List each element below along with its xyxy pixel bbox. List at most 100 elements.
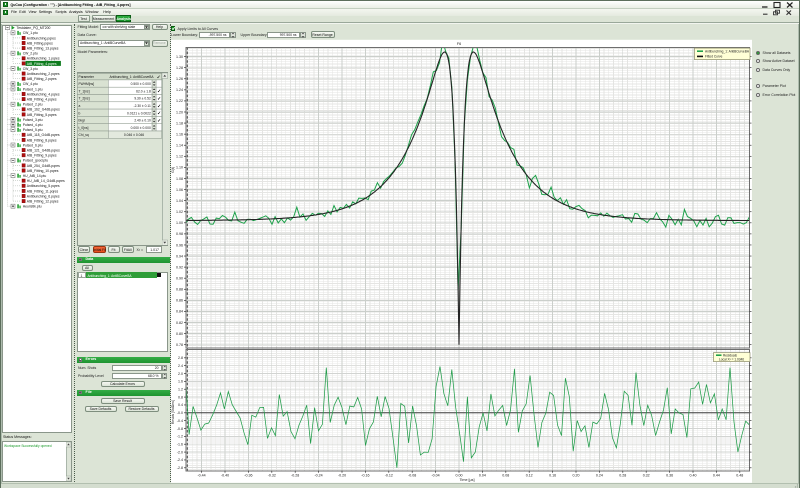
svg-text:Time [µs]: Time [µs] [459, 478, 474, 482]
svg-text:1.22: 1.22 [176, 99, 183, 103]
svg-text:Pulsed_3.ptu: Pulsed_3.ptu [23, 117, 43, 121]
svg-text:Chi_sq: Chi_sq [79, 133, 89, 137]
svg-text:bkgr: bkgr [79, 118, 86, 122]
svg-text:1.12: 1.12 [176, 155, 183, 159]
svg-text:1.00: 1.00 [176, 221, 183, 225]
svg-text:0.82: 0.82 [176, 321, 183, 325]
svg-text:2.4: 2.4 [178, 364, 183, 368]
svg-text:-0.40: -0.40 [221, 474, 229, 478]
svg-text:a: a [79, 104, 81, 108]
svg-text:AtB_Fitting_9.pqres: AtB_Fitting_9.pqres [27, 153, 57, 157]
svg-text:T_1[ns]: T_1[ns] [79, 89, 90, 93]
svg-text:Parameter: Parameter [79, 75, 95, 79]
svg-text:Pulsed_6.ptu: Pulsed_6.ptu [23, 143, 43, 147]
svg-text:Antibunching_2.pqres: Antibunching_2.pqres [27, 72, 60, 76]
svg-text:9.30 ± 0.52: 9.30 ± 0.52 [134, 96, 151, 100]
svg-text:Pulsed_5.ptu: Pulsed_5.ptu [23, 128, 43, 132]
svg-text:0.98: 0.98 [176, 232, 183, 236]
svg-text:-2.8: -2.8 [177, 466, 183, 470]
svg-text:AtB_118_G4dB.pqres: AtB_118_G4dB.pqres [27, 133, 60, 137]
svg-text:-0.8: -0.8 [177, 427, 183, 431]
svg-text:T_2[ns]: T_2[ns] [79, 96, 90, 100]
svg-text:Antibunching_6.pqres: Antibunching_6.pqres [27, 194, 60, 198]
svg-text:Pulsed_2.ptu: Pulsed_2.ptu [23, 102, 43, 106]
svg-text:0.28: 0.28 [619, 474, 626, 478]
svg-text:0.20: 0.20 [573, 474, 580, 478]
svg-text:0.84: 0.84 [176, 310, 183, 314]
svg-text:0.80: 0.80 [176, 332, 183, 336]
svg-text:AtB_Fitting_5.pqres: AtB_Fitting_5.pqres [27, 112, 57, 116]
svg-text:F6: F6 [457, 42, 461, 46]
svg-text:0.0121 ± 0.0022: 0.0121 ± 0.0022 [127, 111, 151, 115]
svg-text:-0.24: -0.24 [314, 474, 322, 478]
svg-text:CW_3.ptu: CW_3.ptu [23, 66, 38, 70]
svg-text:-2.4: -2.4 [177, 458, 183, 462]
svg-text:b: b [79, 111, 81, 115]
svg-text:Antibunching_5.pqres: Antibunching_5.pqres [27, 184, 60, 188]
svg-text:0.000 ± 0.000: 0.000 ± 0.000 [131, 125, 151, 129]
svg-text:0.90: 0.90 [176, 277, 183, 281]
svg-text:AtB_Fitting_10.pqres: AtB_Fitting_10.pqres [27, 168, 59, 172]
svg-text:1.02: 1.02 [176, 210, 183, 214]
svg-text:Local X² = 1.0346: Local X² = 1.0346 [719, 358, 744, 362]
svg-text:0.8: 0.8 [178, 396, 183, 400]
svg-text:AtB_162_G4dB.pqres: AtB_162_G4dB.pqres [27, 107, 60, 111]
svg-text:Antibunching_1.pqres: Antibunching_1.pqres [27, 56, 60, 60]
svg-text:0.92: 0.92 [176, 266, 183, 270]
svg-text:1.20: 1.20 [176, 110, 183, 114]
svg-text:HU_AtB_14.ptu: HU_AtB_14.ptu [23, 174, 47, 178]
svg-text:1.14: 1.14 [176, 144, 183, 148]
svg-text:-0.04: -0.04 [431, 474, 439, 478]
svg-text:-0.44: -0.44 [197, 474, 205, 478]
svg-text:CW_2.ptu: CW_2.ptu [23, 51, 38, 55]
svg-text:0.48: 0.48 [736, 474, 743, 478]
svg-text:Resids [StdDev.]: Resids [StdDev.] [171, 400, 175, 424]
svg-text:-2.30 ± 0.11: -2.30 ± 0.11 [133, 104, 150, 108]
svg-text:-0.16: -0.16 [361, 474, 369, 478]
svg-text:0.046 ± 0.046: 0.046 ± 0.046 [124, 133, 144, 137]
svg-text:t_0[ns]: t_0[ns] [78, 125, 88, 129]
svg-text:-0.20: -0.20 [338, 474, 346, 478]
svg-text:1.16: 1.16 [176, 133, 183, 137]
svg-text:0.94: 0.94 [176, 255, 183, 259]
svg-text:-0.28: -0.28 [291, 474, 299, 478]
svg-text:AtB_Fitting_13.pqres: AtB_Fitting_13.pqres [27, 46, 59, 50]
svg-text:2.8: 2.8 [178, 356, 183, 360]
svg-text:0.08: 0.08 [502, 474, 509, 478]
svg-text:AtB_Fitting.pqres: AtB_Fitting.pqres [27, 41, 53, 45]
svg-text:Heuristik.ptu: Heuristik.ptu [23, 204, 42, 208]
svg-text:Antibunching_1: AntiBCurveBA: Antibunching_1: AntiBCurveBA [705, 50, 750, 54]
svg-text:0.4: 0.4 [178, 403, 183, 407]
svg-text:1.30: 1.30 [176, 55, 183, 59]
svg-text:0.86: 0.86 [176, 299, 183, 303]
svg-text:0.36: 0.36 [666, 474, 673, 478]
svg-text:-1.2: -1.2 [177, 435, 183, 439]
svg-text:Testdaten_PQ_MT200: Testdaten_PQ_MT200 [17, 26, 51, 30]
svg-text:-0.36: -0.36 [244, 474, 252, 478]
svg-text:-0.0: -0.0 [177, 411, 183, 415]
svg-text:AtB_Fitting_12.pqres: AtB_Fitting_12.pqres [27, 199, 59, 203]
svg-text:✓: ✓ [157, 110, 161, 115]
svg-text:Pulsed_4.ptu: Pulsed_4.ptu [23, 123, 43, 127]
svg-text:HU_AtB_14_G4dB.pqres: HU_AtB_14_G4dB.pqres [27, 179, 65, 183]
svg-text:AtB_Fitting_8.pqres: AtB_Fitting_8.pqres [27, 138, 57, 142]
svg-text:-0.08: -0.08 [408, 474, 416, 478]
svg-text:AtB_Fitting_11.pqres: AtB_Fitting_11.pqres [27, 189, 59, 193]
svg-text:1.18: 1.18 [176, 122, 183, 126]
svg-text:0.24: 0.24 [596, 474, 603, 478]
svg-text:Fitted Curve: Fitted Curve [705, 55, 723, 59]
svg-text:✓: ✓ [157, 74, 161, 79]
svg-text:FWHM[ns]: FWHM[ns] [79, 82, 95, 86]
svg-text:AtB_Fitting_2.pqres: AtB_Fitting_2.pqres [27, 77, 57, 81]
svg-text:AtB_121_G4dB.pqres: AtB_121_G4dB.pqres [27, 148, 60, 152]
svg-text:0.96: 0.96 [176, 243, 183, 247]
svg-text:2.0: 2.0 [178, 372, 183, 376]
svg-text:0.16: 0.16 [549, 474, 556, 478]
svg-text:Antibunching_4.pqres: Antibunching_4.pqres [27, 92, 60, 96]
svg-text:Pulsed_1.ptu: Pulsed_1.ptu [23, 87, 43, 91]
svg-text:1.08: 1.08 [176, 177, 183, 181]
svg-text:-0.12: -0.12 [385, 474, 393, 478]
svg-text:1.2: 1.2 [178, 388, 183, 392]
svg-text:62.0 ± 1.8: 62.0 ± 1.8 [136, 89, 151, 93]
svg-text:CW_4.ptu: CW_4.ptu [23, 82, 38, 86]
